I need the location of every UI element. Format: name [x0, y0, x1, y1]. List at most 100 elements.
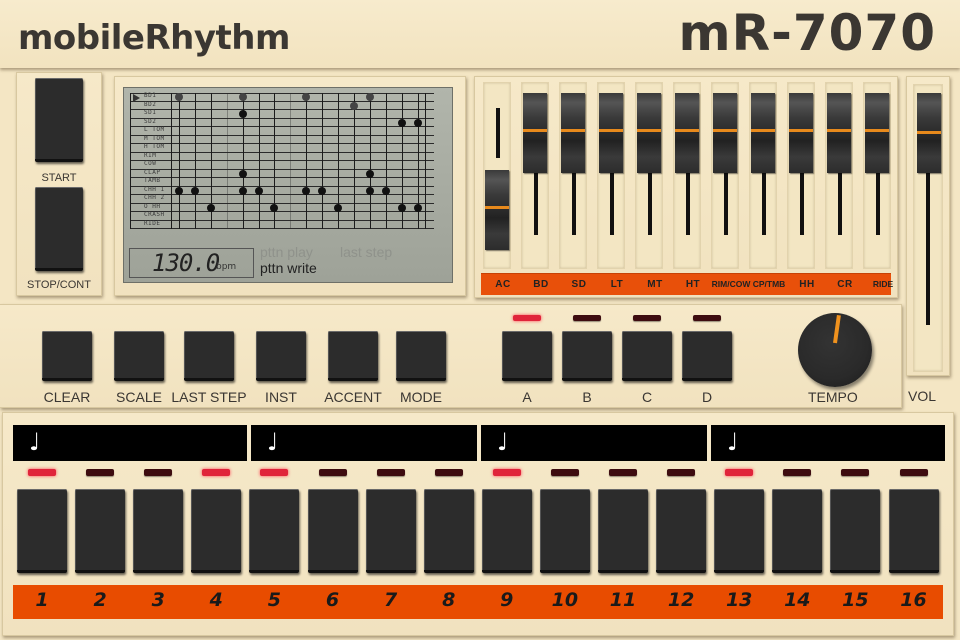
grid-column-line	[179, 93, 180, 229]
grid-row-tamb: TAMB	[130, 177, 434, 187]
pattern-note[interactable]	[238, 110, 247, 119]
pattern-note[interactable]	[206, 203, 215, 212]
step-3-button[interactable]	[133, 489, 184, 573]
step-12-button[interactable]	[656, 489, 707, 573]
step-6-button[interactable]	[307, 489, 358, 573]
fader-handle-cr[interactable]	[827, 93, 851, 173]
step-15-button[interactable]	[830, 489, 881, 573]
step-13-button[interactable]	[714, 489, 765, 573]
mode-button[interactable]	[396, 331, 446, 381]
step-number-8: 8	[442, 589, 456, 611]
grid-column-line	[258, 93, 260, 229]
pattern-note[interactable]	[397, 203, 406, 212]
tempo-label: TEMPO	[808, 389, 858, 405]
fader-rail	[534, 163, 538, 235]
beat-bar-2: ♩	[251, 425, 477, 461]
pattern-d-button[interactable]	[682, 331, 732, 381]
last-step-button[interactable]	[184, 331, 234, 381]
pattern-note[interactable]	[334, 203, 342, 212]
step-1-button[interactable]	[17, 489, 67, 573]
step-number-3: 3	[151, 589, 165, 611]
fader-handle-hh[interactable]	[789, 93, 813, 173]
pattern-note[interactable]	[397, 118, 406, 127]
transport-panel: START STOP/CONT	[16, 72, 102, 296]
inst-label: INST	[265, 389, 297, 405]
pattern-note[interactable]	[318, 186, 327, 195]
step-number-6: 6	[325, 589, 340, 611]
grid-row-h-tom: H TOM	[130, 143, 434, 153]
pattern-grid[interactable]: BD1 BD2 SD1 SD2 L TOM M TOM H TOM RIM COW CLAP TAM…	[130, 92, 434, 229]
fader-handle-rim-cow[interactable]	[713, 93, 737, 173]
grid-row-sd2: SD2	[130, 118, 434, 127]
step-number-16: 16	[900, 589, 927, 611]
pattern-note[interactable]	[238, 169, 247, 178]
step-10-button[interactable]	[539, 489, 590, 573]
fader-slot-mt	[635, 82, 663, 269]
step-led-8	[434, 469, 463, 476]
pattern-note[interactable]	[175, 186, 183, 195]
step-7-button[interactable]	[365, 489, 416, 573]
start-button[interactable]	[35, 78, 83, 162]
pattern-note[interactable]	[365, 186, 374, 195]
step-14-button[interactable]	[772, 489, 823, 573]
pattern-note[interactable]	[238, 93, 247, 102]
fader-handle-ht[interactable]	[675, 93, 699, 173]
tempo-knob[interactable]	[798, 313, 872, 387]
mixer-label-sd: SD	[571, 279, 587, 290]
stop-cont-label: STOP/CONT	[27, 279, 91, 291]
pattern-note[interactable]	[413, 118, 422, 127]
grid-column-line	[290, 93, 292, 229]
pattern-note[interactable]	[349, 101, 358, 110]
fader-slot-cr	[825, 82, 853, 269]
step-led-7	[376, 469, 405, 476]
grid-row-label: O HH	[144, 202, 161, 210]
fader-handle-ac[interactable]	[485, 170, 509, 250]
accent-button[interactable]	[328, 331, 378, 381]
grid-row-label: COW	[144, 160, 157, 167]
mixer-label-ht: HT	[685, 279, 701, 290]
inst-button[interactable]	[256, 331, 306, 381]
step-8-button[interactable]	[423, 489, 474, 573]
step-number-1: 1	[35, 589, 49, 611]
scale-button[interactable]	[114, 331, 164, 381]
step-16-button[interactable]	[888, 489, 939, 573]
pattern-note[interactable]	[365, 169, 374, 178]
grid-row-label: CLAP	[144, 168, 161, 176]
mode-pttn-play: pttn play	[260, 244, 313, 260]
fader-handle-mt[interactable]	[637, 93, 661, 173]
stop-cont-button[interactable]	[35, 187, 83, 271]
step-2-button[interactable]	[75, 489, 126, 573]
pattern-a-button[interactable]	[502, 331, 552, 381]
fader-handle-sd[interactable]	[561, 93, 585, 173]
clear-button[interactable]	[42, 331, 92, 381]
pattern-note[interactable]	[381, 186, 390, 195]
fader-handle-cp-tmb[interactable]	[751, 93, 775, 173]
pattern-note[interactable]	[238, 186, 247, 195]
grid-row-m-tom: M TOM	[130, 135, 434, 144]
pattern-b-label: B	[582, 389, 592, 405]
mixer-label-rim-cow: RIM/COW	[711, 279, 751, 289]
beat-bar-1: ♩	[13, 425, 247, 461]
fader-rail	[648, 163, 652, 235]
step-4-button[interactable]	[191, 489, 242, 573]
volume-fader-handle[interactable]	[917, 93, 941, 173]
step-5-button[interactable]	[249, 489, 300, 573]
pattern-c-button[interactable]	[622, 331, 672, 381]
pattern-note[interactable]	[302, 186, 311, 195]
pattern-b-button[interactable]	[562, 331, 612, 381]
step-9-button[interactable]	[481, 489, 532, 573]
cursor-icon	[133, 94, 140, 102]
mixer-label-cr: CR	[837, 279, 853, 290]
fader-handle-lt[interactable]	[599, 93, 623, 173]
fader-rail	[724, 163, 728, 235]
pattern-note[interactable]	[413, 203, 422, 212]
grid-row-o-hh: O HH	[130, 202, 434, 212]
pattern-note[interactable]	[254, 186, 263, 195]
step-led-10	[550, 469, 579, 476]
step-11-button[interactable]	[598, 489, 648, 573]
fader-slot-ride	[863, 82, 891, 269]
step-number-13: 13	[725, 589, 753, 611]
fader-handle-ride[interactable]	[865, 93, 889, 173]
pattern-note[interactable]	[190, 186, 199, 195]
fader-handle-bd[interactable]	[523, 93, 547, 173]
